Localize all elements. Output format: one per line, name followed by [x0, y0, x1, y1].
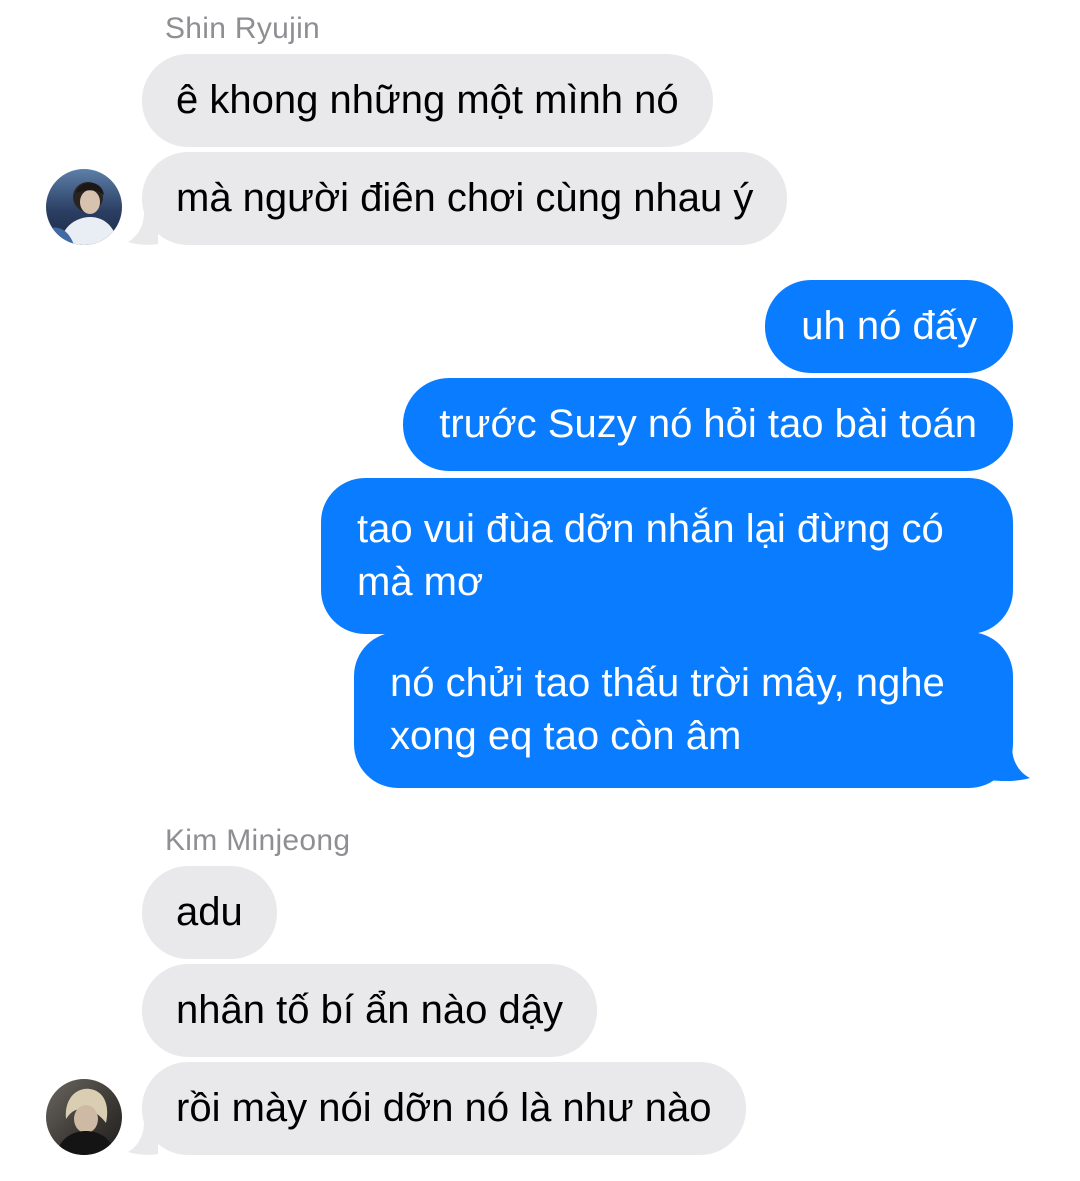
incoming-message-bubble[interactable]: rồi mày nói dỡn nó là như nào: [142, 1062, 746, 1155]
outgoing-message-bubble[interactable]: tao vui đùa dỡn nhắn lại đừng có mà mơ: [321, 478, 1013, 634]
outgoing-message-bubble[interactable]: nó chửi tao thấu trời mây, nghe xong eq …: [354, 632, 1013, 788]
incoming-message-bubble[interactable]: adu: [142, 866, 277, 959]
incoming-message-bubble[interactable]: ê khong những một mình nó: [142, 54, 713, 147]
sender-name: Kim Minjeong: [165, 824, 351, 857]
bubble-tail-icon: [128, 1122, 158, 1155]
incoming-message-bubble[interactable]: mà người điên chơi cùng nhau ý: [142, 152, 788, 245]
outgoing-message-bubble[interactable]: trước Suzy nó hỏi tao bài toán: [403, 378, 1013, 471]
profile-photo-avatar-icon: [46, 169, 122, 245]
sender-name: Shin Ryujin: [165, 12, 321, 45]
incoming-message-bubble[interactable]: nhân tố bí ẩn nào dậy: [142, 964, 597, 1057]
bubble-tail-icon: [128, 212, 158, 245]
avatar[interactable]: [46, 1079, 122, 1155]
avatar[interactable]: [46, 169, 122, 245]
outgoing-message-bubble[interactable]: uh nó đấy: [765, 280, 1013, 373]
profile-photo-avatar-icon: [46, 1079, 122, 1155]
bubble-tail-icon: [990, 746, 1030, 782]
